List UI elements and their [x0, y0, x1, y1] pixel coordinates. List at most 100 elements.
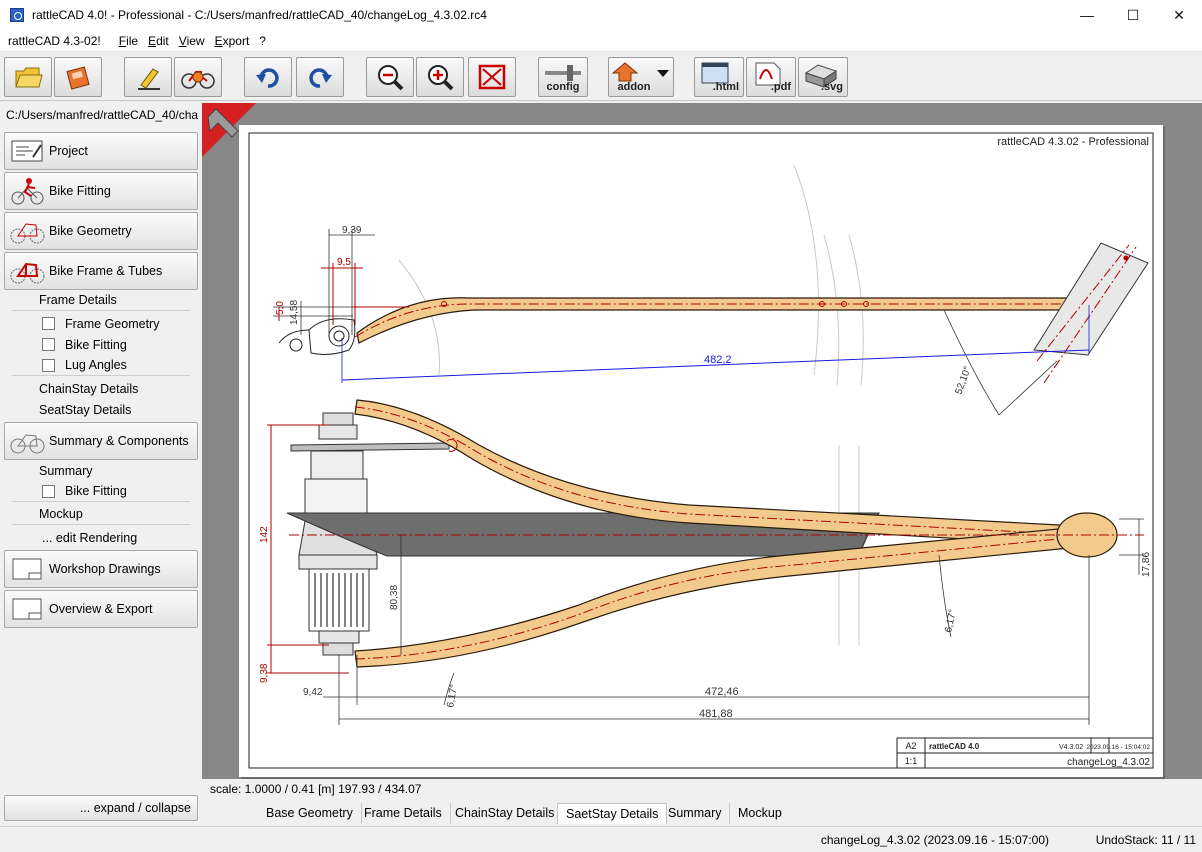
frame-geometry-item[interactable]: Frame Geometry	[12, 313, 190, 334]
seatstay-details-label: SeatStay Details	[39, 402, 132, 417]
nav-project[interactable]: Project	[4, 132, 198, 170]
pdf-label: .pdf	[770, 81, 791, 93]
summary-bike-fitting-checkbox[interactable]	[42, 484, 55, 498]
html-label: .html	[712, 81, 739, 93]
status-file: changeLog_4.3.02 (2023.09.16 - 15:07:00)	[820, 833, 1049, 847]
summary-item[interactable]: Summary	[12, 460, 190, 481]
nav-bike-frame-tubes-label: Bike Frame & Tubes	[49, 264, 163, 278]
nav-summary-components[interactable]: Summary & Components	[4, 422, 198, 460]
fit-to-window-button[interactable]	[468, 57, 516, 97]
lug-angles-item[interactable]: Lug Angles	[12, 355, 190, 376]
nav-overview-export[interactable]: Overview & Export	[4, 590, 198, 628]
angle-617-b: 6,17°	[943, 608, 959, 633]
save-button[interactable]	[54, 57, 102, 97]
edit-pencil-icon	[138, 68, 160, 90]
dim-1786: 17,86	[1141, 552, 1152, 577]
config-label: config	[546, 81, 580, 93]
dim-1458: 14,58	[289, 300, 300, 325]
file-path: C:/Users/manfred/rattleCAD_40/changeLog_…	[0, 103, 198, 127]
menu-help[interactable]: ?	[259, 34, 266, 48]
tab-frame-details[interactable]: Frame Details	[356, 803, 451, 824]
bike-fitting-item[interactable]: Bike Fitting	[12, 334, 190, 355]
dim-95: 9,5	[337, 257, 351, 268]
addon-button[interactable]: addon	[608, 57, 674, 97]
angle-617-a: 6,17°	[445, 683, 460, 708]
window-title: rattleCAD 4.0! - Professional - C:/Users…	[32, 8, 487, 22]
bike-fitting-checkbox[interactable]	[42, 338, 55, 351]
dim-8038: 80,38	[389, 585, 400, 610]
nav-bike-fitting-label: Bike Fitting	[49, 184, 111, 198]
seatstay-tube	[356, 297, 1088, 344]
tab-base-geometry[interactable]: Base Geometry	[258, 803, 362, 824]
menu-export[interactable]: Export	[215, 34, 250, 48]
title-bar: rattleCAD 4.0! - Professional - C:/Users…	[0, 0, 1202, 30]
frame-geometry-checkbox[interactable]	[42, 317, 55, 330]
zoom-out-icon	[378, 65, 404, 91]
sidebar: Project Bike Fitting Bike Geometry Bike …	[0, 128, 202, 826]
menu-edit[interactable]: Edit	[148, 34, 169, 48]
bike-geometry-icon	[5, 214, 49, 248]
chainstay-details-item[interactable]: ChainStay Details	[12, 378, 190, 399]
redo-icon	[309, 68, 332, 88]
nav-bike-geometry[interactable]: Bike Geometry	[4, 212, 198, 250]
bike-fitting-icon	[5, 174, 49, 208]
html-export-button[interactable]: .html	[694, 57, 744, 97]
edit-button[interactable]	[124, 57, 172, 97]
tab-chainstay-details[interactable]: ChainStay Details	[447, 803, 564, 824]
dim-938: 9,38	[259, 663, 270, 683]
titleblock-version: V4.3.02	[1059, 744, 1083, 751]
zoom-out-button[interactable]	[366, 57, 414, 97]
tab-mockup[interactable]: Mockup	[730, 803, 790, 824]
maximize-button[interactable]: ☐	[1110, 0, 1156, 30]
bike-frame-icon	[5, 254, 49, 288]
nav-summary-components-label: Summary & Components	[49, 434, 189, 448]
fit-to-window-icon	[478, 64, 506, 90]
svg-label: .svg	[820, 81, 843, 93]
undo-button[interactable]	[244, 57, 292, 97]
open-button[interactable]	[4, 57, 52, 97]
nav-bike-geometry-label: Bike Geometry	[49, 224, 132, 238]
menu-file[interactable]: File	[119, 34, 138, 48]
app-icon	[10, 8, 24, 22]
nav-bike-fitting[interactable]: Bike Fitting	[4, 172, 198, 210]
lug-angles-checkbox[interactable]	[42, 358, 55, 372]
save-icon	[66, 66, 90, 90]
mockup-item[interactable]: Mockup	[12, 504, 190, 525]
nav-bike-frame-tubes[interactable]: Bike Frame & Tubes	[4, 252, 198, 290]
close-button[interactable]: ✕	[1156, 0, 1202, 30]
redo-button[interactable]	[296, 57, 344, 97]
nav-workshop-drawings[interactable]: Workshop Drawings	[4, 550, 198, 588]
titleblock-datetime: 2023.09.16 - 15:04:02	[1086, 744, 1150, 751]
toolbar: config addon .html .pdf .svg	[0, 53, 1202, 101]
summary-bike-fitting-item[interactable]: Bike Fitting	[12, 481, 190, 502]
summary-label: Summary	[39, 463, 93, 478]
render-button[interactable]	[174, 57, 222, 97]
pdf-export-button[interactable]: .pdf	[746, 57, 796, 97]
titleblock-brand: rattleCAD 4.0	[929, 742, 980, 751]
titleblock-file: changeLog_4.3.02	[1067, 757, 1150, 768]
frame-details-item[interactable]: Frame Details	[12, 290, 190, 311]
project-icon	[5, 134, 49, 168]
dim-942: 9,42	[303, 687, 323, 698]
summary-bike-fitting-label: Bike Fitting	[65, 484, 127, 498]
addon-label: addon	[617, 81, 651, 93]
drawing-sheet: rattleCAD 4.3.02 - Professional 9,39 9,5…	[239, 125, 1163, 777]
minimize-button[interactable]: —	[1064, 0, 1110, 30]
tab-seatstay-details[interactable]: SaetStay Details	[557, 803, 668, 824]
svg-export-button[interactable]: .svg	[798, 57, 848, 97]
config-button[interactable]: config	[538, 57, 588, 97]
expand-collapse-button[interactable]: ... expand / collapse	[4, 795, 198, 821]
dim-939: 9,39	[342, 225, 362, 236]
zoom-in-icon	[428, 65, 454, 91]
frame-details-label: Frame Details	[39, 293, 117, 307]
edit-rendering-label: ... edit Rendering	[42, 530, 138, 545]
seatstay-details-item[interactable]: SeatStay Details	[12, 399, 190, 420]
drawing-canvas[interactable]: rattleCAD 4.3.02 - Professional 9,39 9,5…	[202, 103, 1202, 780]
bike-fitting-label: Bike Fitting	[65, 337, 127, 352]
tab-bar: Base Geometry Frame Details ChainStay De…	[202, 801, 1202, 825]
zoom-in-button[interactable]	[416, 57, 464, 97]
edit-rendering-item[interactable]: ... edit Rendering	[12, 527, 190, 548]
menu-view[interactable]: View	[179, 34, 205, 48]
nav-project-label: Project	[49, 144, 88, 158]
tab-summary[interactable]: Summary	[660, 803, 731, 824]
